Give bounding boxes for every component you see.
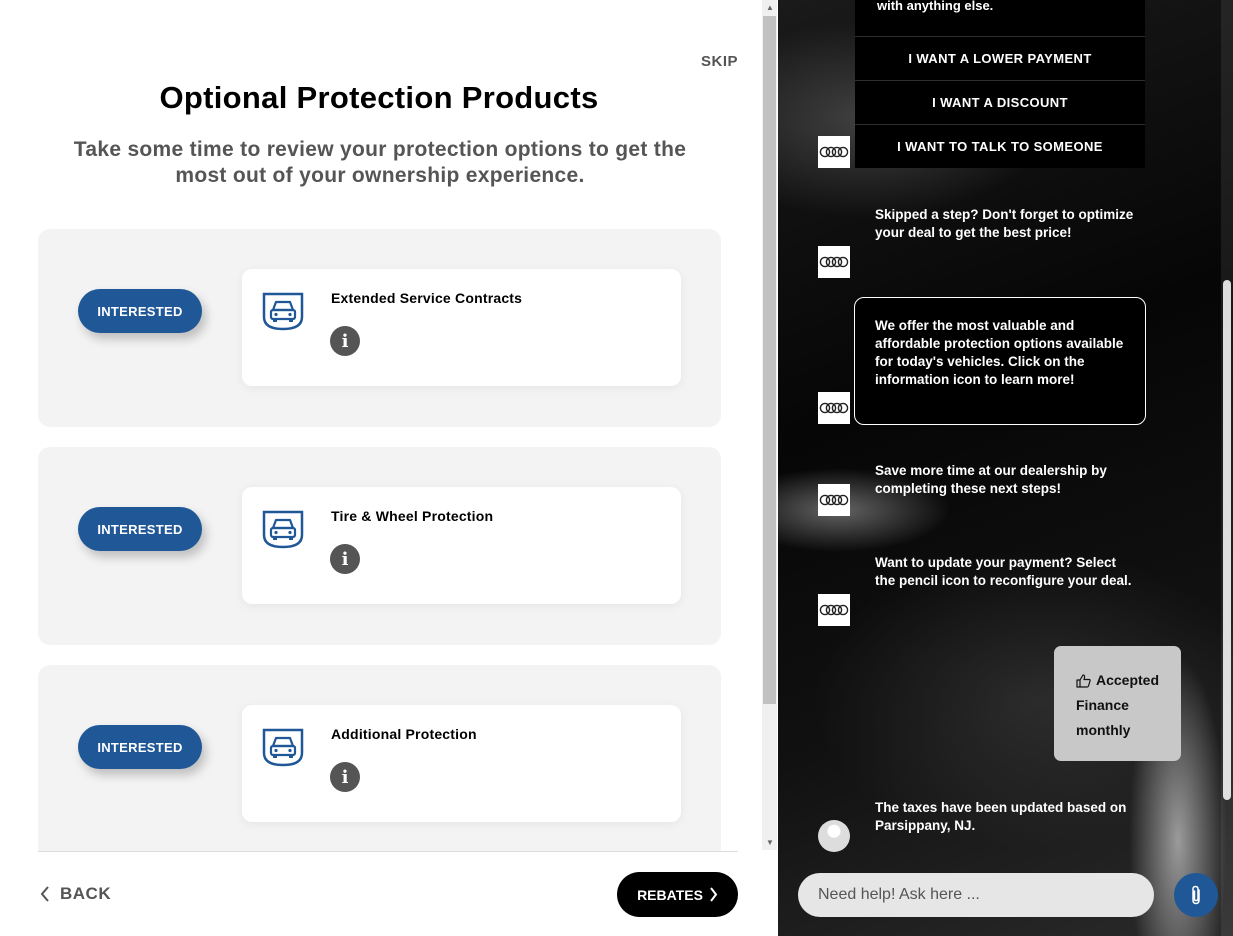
interested-button[interactable]: INTERESTED — [78, 289, 202, 333]
scroll-down-icon[interactable]: ▼ — [765, 838, 775, 847]
skip-link[interactable]: SKIP — [701, 53, 738, 70]
quick-reply-discount[interactable]: I WANT A DISCOUNT — [855, 80, 1145, 124]
dealer-avatar — [818, 594, 850, 626]
chat-panel: with anything else. I WANT A LOWER PAYME… — [778, 0, 1233, 936]
product-card: Extended Service Contracts i — [242, 269, 681, 386]
info-icon[interactable]: i — [330, 544, 360, 574]
scroll-up-icon[interactable]: ▲ — [765, 3, 775, 12]
car-shield-icon — [262, 510, 304, 549]
info-icon[interactable]: i — [330, 326, 360, 356]
quick-reply-lower-payment[interactable]: I WANT A LOWER PAYMENT — [855, 36, 1145, 80]
audi-rings-icon — [819, 402, 849, 414]
audi-rings-icon — [819, 604, 849, 616]
chat-scrollbar-thumb[interactable] — [1223, 280, 1231, 800]
interested-button[interactable]: INTERESTED — [78, 507, 202, 551]
product-row: INTERESTED Extended Service Contracts i — [38, 229, 721, 427]
audi-rings-icon — [819, 146, 849, 158]
chat-message: Want to update your payment? Select the … — [875, 555, 1132, 588]
product-card: Additional Protection i — [242, 705, 681, 822]
back-button[interactable]: BACK — [40, 884, 111, 904]
car-shield-icon — [262, 728, 304, 767]
dealer-avatar — [818, 484, 850, 516]
product-row: INTERESTED Additional Protection i — [38, 665, 721, 865]
page-title: Optional Protection Products — [159, 80, 599, 115]
paperclip-icon — [1192, 885, 1200, 905]
page-subtitle: Take some time to review your protection… — [73, 138, 687, 187]
product-row: INTERESTED Tire & Wheel Protection i — [38, 447, 721, 645]
car-shield-icon — [262, 292, 304, 331]
chat-message: The taxes have been updated based on Par… — [875, 800, 1127, 833]
rebates-button[interactable]: REBATES — [617, 872, 738, 917]
product-name: Additional Protection — [331, 726, 477, 742]
interested-button[interactable]: INTERESTED — [78, 725, 202, 769]
chat-message-highlighted: We offer the most valuable and affordabl… — [854, 297, 1146, 425]
chevron-right-icon — [710, 887, 718, 902]
product-name: Tire & Wheel Protection — [331, 508, 494, 524]
back-label: BACK — [60, 884, 112, 903]
dealer-avatar — [818, 246, 850, 278]
page-scrollbar-thumb[interactable] — [763, 16, 776, 704]
user-reply-line1: Accepted — [1096, 672, 1160, 688]
chat-message: Skipped a step? Don't forget to optimize… — [875, 207, 1134, 240]
quick-reply-talk[interactable]: I WANT TO TALK TO SOMEONE — [855, 124, 1145, 168]
quick-replies: with anything else. I WANT A LOWER PAYME… — [855, 0, 1145, 168]
rebates-label: REBATES — [637, 886, 703, 903]
product-card: Tire & Wheel Protection i — [242, 487, 681, 604]
chat-input[interactable] — [798, 873, 1154, 917]
info-icon[interactable]: i — [330, 762, 360, 792]
chat-message: Save more time at our dealership by comp… — [875, 463, 1107, 496]
audi-rings-icon — [819, 494, 849, 506]
system-avatar — [818, 820, 850, 852]
footer-divider — [38, 851, 738, 852]
dealer-avatar — [818, 392, 850, 424]
audi-rings-icon — [819, 256, 849, 268]
user-reply-line3: monthly — [1076, 722, 1131, 738]
thumbs-up-icon — [1076, 673, 1091, 688]
dealer-avatar — [818, 136, 850, 168]
chat-message-partial: with anything else. — [855, 0, 1145, 36]
attach-button[interactable] — [1174, 873, 1218, 917]
product-name: Extended Service Contracts — [331, 290, 523, 306]
user-reply-line2: Finance — [1076, 697, 1129, 713]
chevron-left-icon — [40, 886, 49, 902]
user-reply-bubble: Accepted Finance monthly — [1054, 646, 1181, 761]
protection-products-panel: SKIP Optional Protection Products Take s… — [0, 0, 762, 936]
